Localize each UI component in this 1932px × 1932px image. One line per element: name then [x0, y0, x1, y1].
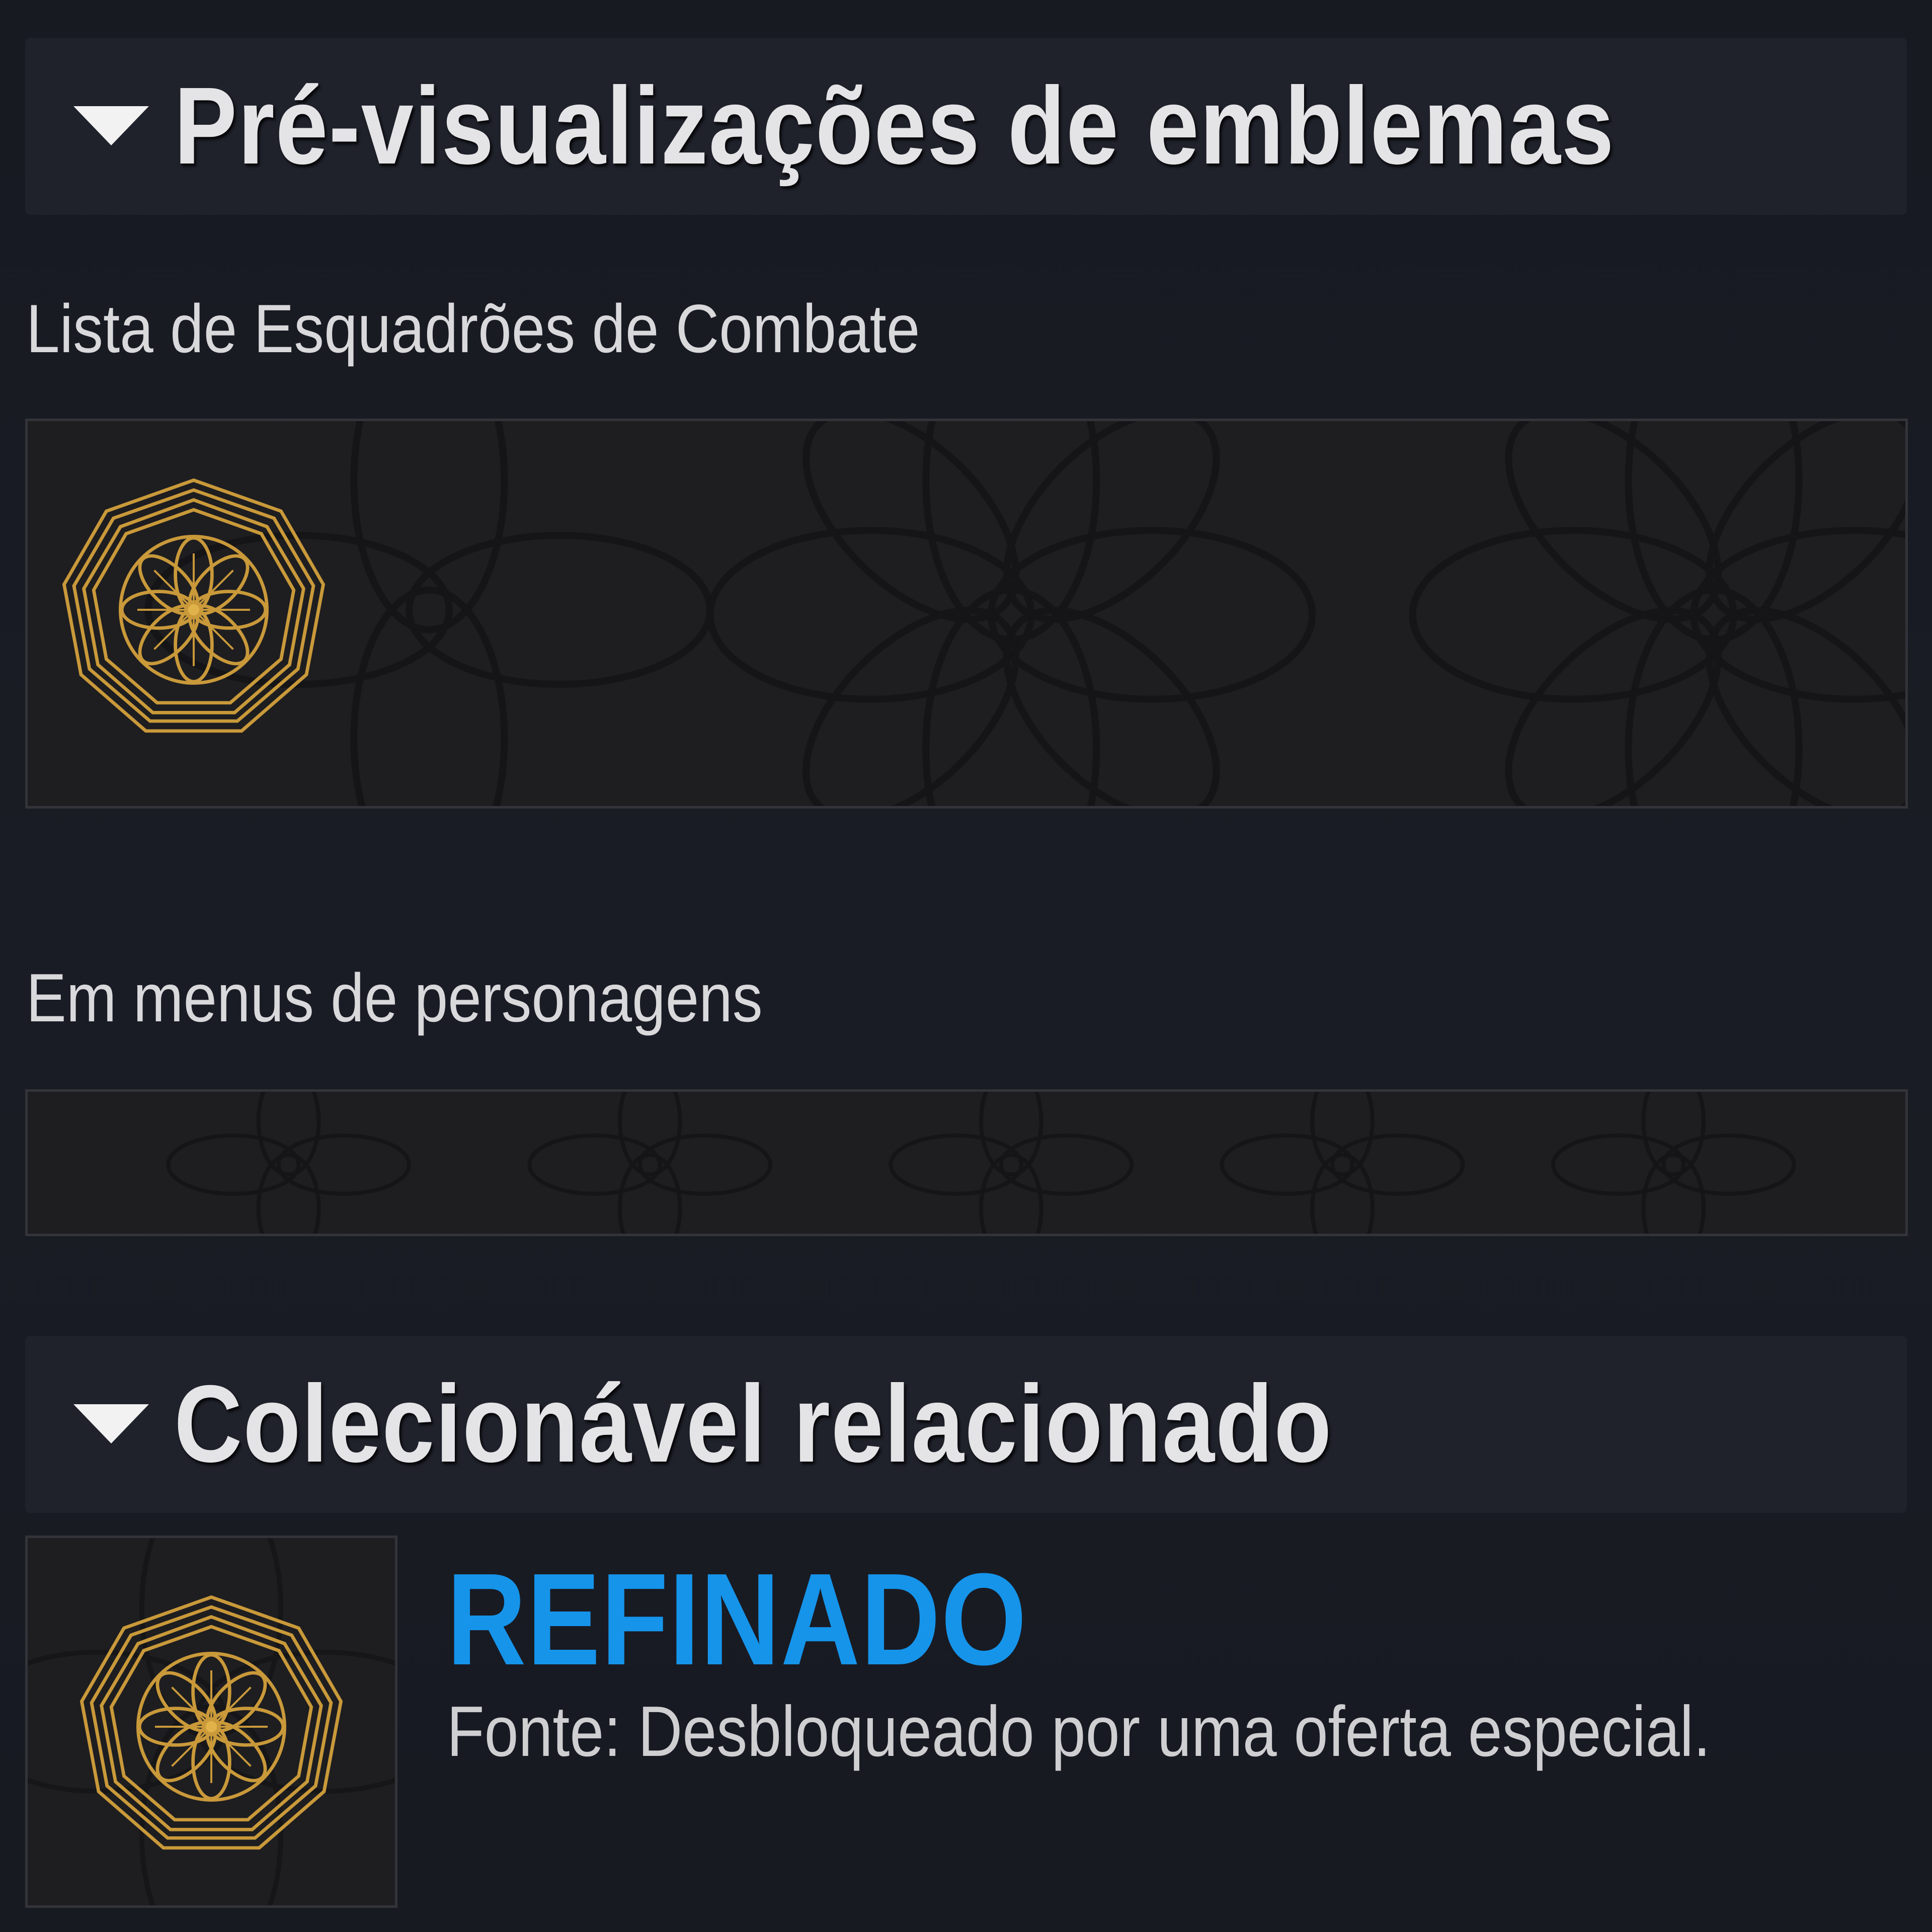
fireteam-emblem-preview — [25, 419, 1908, 809]
gold-flower-emblem-icon — [70, 1586, 352, 1868]
fireteam-list-label: Lista de Esquadrões de Combate — [26, 290, 920, 367]
related-collectible-header[interactable]: Colecionável relacionado — [25, 1336, 1907, 1513]
collectible-source-text: Fonte: Desbloqueado por uma oferta espec… — [447, 1692, 1711, 1772]
character-menu-emblem-preview — [25, 1089, 1908, 1236]
emblem-previews-header[interactable]: Pré-visualizações de emblemas — [25, 38, 1907, 215]
section-title: Pré-visualizações de emblemas — [174, 65, 1615, 187]
gold-flower-emblem-icon — [53, 469, 335, 751]
caret-down-icon[interactable] — [73, 1404, 149, 1444]
caret-down-icon[interactable] — [73, 106, 149, 146]
section-title: Colecionável relacionado — [174, 1363, 1333, 1485]
collectible-name-link[interactable]: REFINADO — [447, 1545, 1027, 1695]
flower-pattern-background — [166, 1092, 1796, 1234]
collectible-emblem-tile[interactable] — [25, 1536, 397, 1908]
character-menu-label: Em menus de personagens — [26, 959, 763, 1036]
